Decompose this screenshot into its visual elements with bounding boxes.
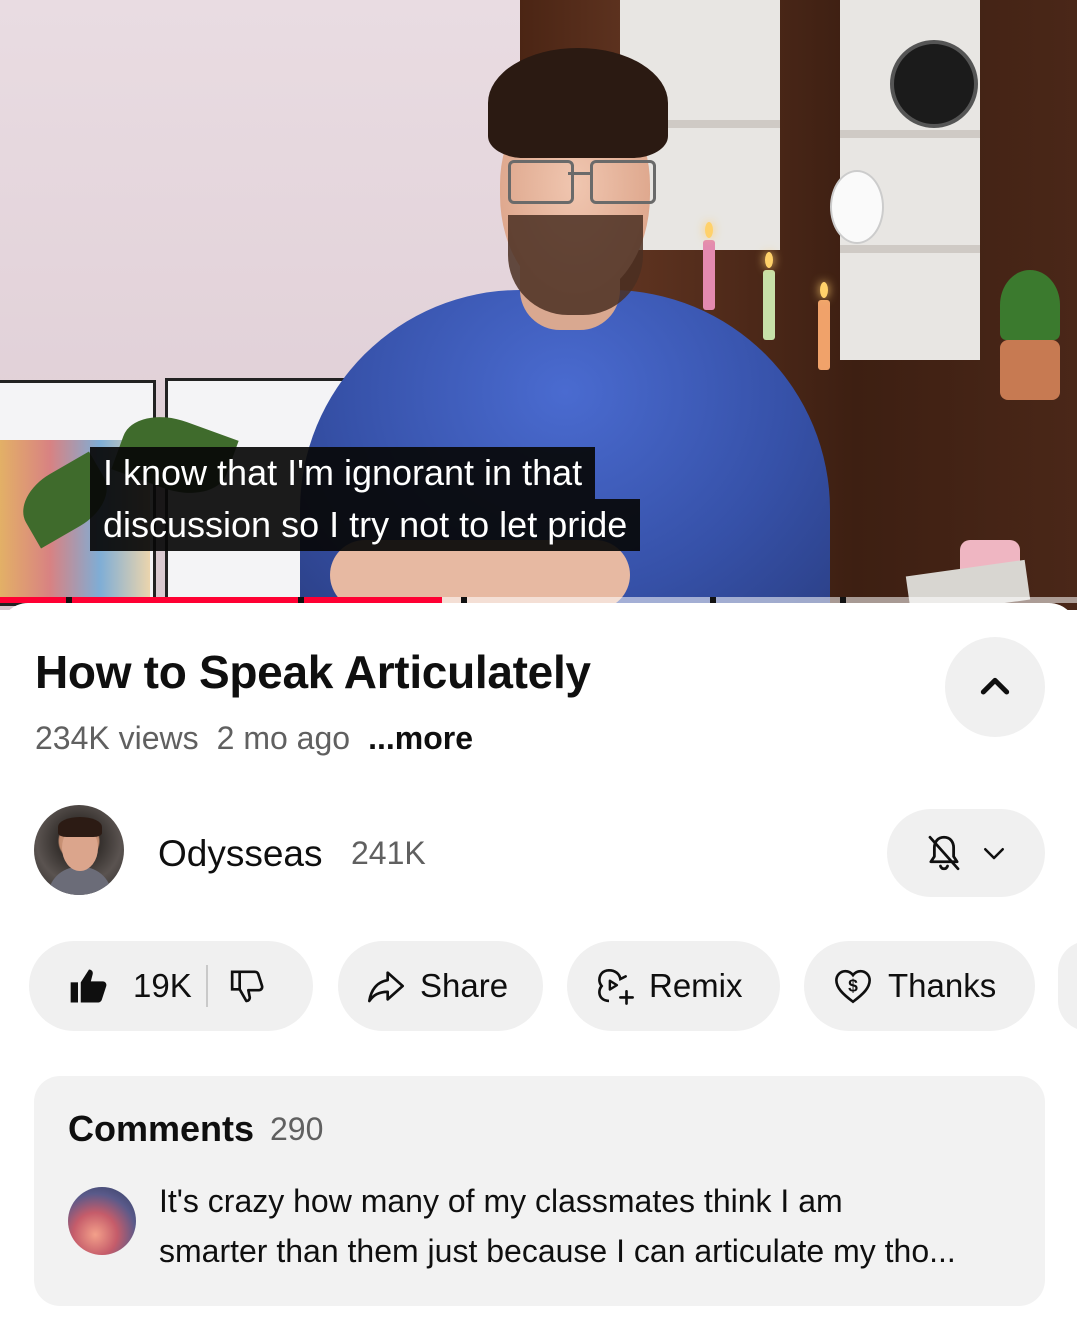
glasses-lens [508, 160, 574, 204]
comments-count: 290 [270, 1111, 324, 1147]
heart-dollar-icon: $ [832, 965, 874, 1007]
video-title[interactable]: How to Speak Articulately [35, 645, 591, 699]
thumbs-down-icon[interactable] [228, 966, 268, 1006]
svg-text:$: $ [848, 975, 858, 995]
video-details-sheet: How to Speak Articulately 234K views 2 mo… [0, 603, 1077, 1337]
channel-name[interactable]: Odysseas [158, 833, 323, 875]
remix-icon [595, 965, 637, 1007]
more-link[interactable]: ...more [368, 720, 473, 756]
video-caption: I know that I'm ignorant in that discuss… [90, 447, 641, 551]
more-actions-button[interactable] [1058, 941, 1077, 1031]
chevron-up-icon [980, 677, 1010, 695]
top-comment-line-1: It's crazy how many of my classmates thi… [159, 1183, 843, 1219]
top-comment-text: It's crazy how many of my classmates thi… [159, 1176, 1019, 1276]
share-arrow-icon [366, 966, 406, 1006]
collapse-button[interactable] [945, 637, 1045, 737]
chevron-down-icon [984, 848, 1004, 860]
like-count[interactable]: 19K [133, 967, 192, 1005]
share-label: Share [420, 967, 509, 1004]
top-comment-line-2: smarter than them just because I can art… [159, 1233, 956, 1269]
candle [818, 300, 830, 370]
caption-line-2: discussion so I try not to let pride [90, 499, 641, 551]
like-dislike-group: 19K [29, 941, 313, 1031]
thumbs-up-filled-icon[interactable] [67, 964, 111, 1008]
commenter-avatar [68, 1187, 136, 1255]
comments-section[interactable]: Comments 290 It's crazy how many of my c… [34, 1076, 1045, 1306]
caption-line-1: I know that I'm ignorant in that [90, 447, 596, 499]
share-button[interactable]: Share [338, 941, 543, 1031]
glasses-lens [590, 160, 656, 204]
channel-avatar[interactable] [34, 805, 124, 895]
remix-label: Remix [649, 967, 743, 1004]
video-meta[interactable]: 234K views 2 mo ago ...more [35, 720, 473, 757]
bell-off-icon [928, 835, 960, 871]
video-player[interactable]: I know that I'm ignorant in that discuss… [0, 0, 1077, 610]
candle [703, 240, 715, 310]
candle [763, 270, 775, 340]
thanks-label: Thanks [888, 967, 997, 1004]
like-divider [205, 965, 208, 1007]
view-count: 234K views [35, 720, 199, 756]
upload-age: 2 mo ago [216, 720, 351, 756]
subscription-notification-button[interactable] [887, 809, 1045, 897]
subscriber-count: 241K [351, 835, 426, 871]
remix-button[interactable]: Remix [567, 941, 780, 1031]
thanks-button[interactable]: $ Thanks [804, 941, 1035, 1031]
comments-title: Comments [68, 1108, 255, 1149]
